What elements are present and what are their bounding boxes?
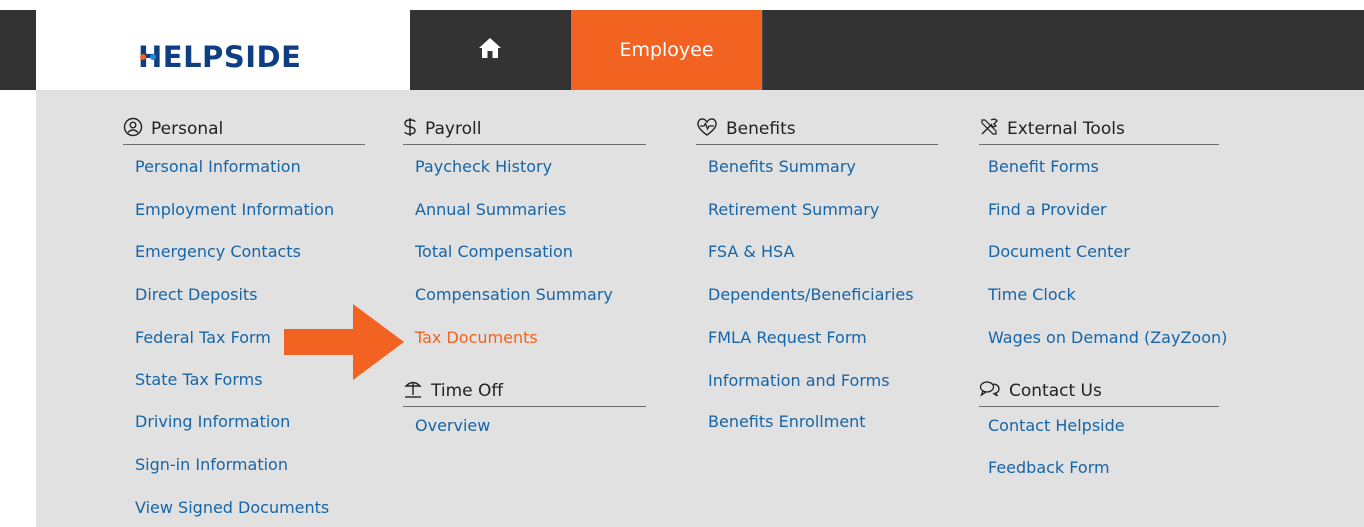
link-feedback-form[interactable]: Feedback Form — [988, 458, 1110, 478]
link-document-center[interactable]: Document Center — [988, 242, 1130, 262]
dollar-icon — [403, 117, 417, 142]
link-compensation-summary[interactable]: Compensation Summary — [415, 285, 613, 305]
section-title-payroll: Payroll — [425, 119, 482, 139]
link-overview[interactable]: Overview — [415, 416, 490, 436]
link-federal-tax-form[interactable]: Federal Tax Form — [135, 328, 271, 348]
link-annual-summaries[interactable]: Annual Summaries — [415, 200, 566, 220]
section-header-time-off: Time Off — [403, 376, 646, 407]
top-navbar: HELPSIDE Employee — [0, 10, 1364, 90]
section-header-contact-us: Contact Us — [979, 376, 1219, 407]
section-title-time-off: Time Off — [431, 381, 504, 401]
home-icon — [478, 37, 502, 63]
tab-employee[interactable]: Employee — [571, 10, 762, 90]
link-personal-information[interactable]: Personal Information — [135, 157, 301, 177]
link-view-signed-documents[interactable]: View Signed Documents — [135, 498, 329, 518]
link-benefits-summary[interactable]: Benefits Summary — [708, 157, 856, 177]
link-fsa-hsa[interactable]: FSA & HSA — [708, 242, 794, 262]
beach-icon — [403, 379, 423, 404]
section-header-personal: Personal — [123, 114, 365, 145]
link-driving-information[interactable]: Driving Information — [135, 412, 290, 432]
employee-mega-menu: Personal Personal Information Employment… — [36, 90, 1364, 527]
logo-dots — [140, 33, 160, 67]
heart-pulse-icon — [696, 117, 718, 142]
tab-employee-label: Employee — [619, 39, 714, 61]
tools-icon — [979, 117, 999, 142]
section-title-personal: Personal — [151, 119, 224, 139]
annotation-arrow-icon — [284, 304, 404, 384]
link-tax-documents[interactable]: Tax Documents — [415, 328, 538, 348]
section-title-contact-us: Contact Us — [1009, 381, 1102, 401]
helpside-logo[interactable]: HELPSIDE — [138, 24, 301, 74]
link-fmla-request-form[interactable]: FMLA Request Form — [708, 328, 867, 348]
link-emergency-contacts[interactable]: Emergency Contacts — [135, 242, 301, 262]
link-find-a-provider[interactable]: Find a Provider — [988, 200, 1107, 220]
link-retirement-summary[interactable]: Retirement Summary — [708, 200, 879, 220]
link-direct-deposits[interactable]: Direct Deposits — [135, 285, 258, 305]
link-benefits-enrollment[interactable]: Benefits Enrollment — [708, 412, 866, 432]
navbar-left-strip — [0, 10, 36, 90]
link-benefit-forms[interactable]: Benefit Forms — [988, 157, 1099, 177]
section-header-external-tools: External Tools — [979, 114, 1219, 145]
home-button[interactable] — [410, 10, 570, 90]
logo-dot-blue — [150, 54, 156, 60]
brand-name: HELPSIDE — [138, 40, 302, 74]
link-paycheck-history[interactable]: Paycheck History — [415, 157, 552, 177]
link-wages-on-demand[interactable]: Wages on Demand (ZayZoon) — [988, 328, 1227, 348]
section-header-payroll: Payroll — [403, 114, 646, 145]
user-circle-icon — [123, 117, 143, 142]
link-employment-information[interactable]: Employment Information — [135, 200, 334, 220]
link-dependents-beneficiaries[interactable]: Dependents/Beneficiaries — [708, 285, 914, 305]
logo-dot-orange — [140, 54, 146, 60]
link-state-tax-forms[interactable]: State Tax Forms — [135, 370, 263, 390]
link-contact-helpside[interactable]: Contact Helpside — [988, 416, 1125, 436]
section-title-external-tools: External Tools — [1007, 119, 1125, 139]
section-title-benefits: Benefits — [726, 119, 796, 139]
link-sign-in-information[interactable]: Sign-in Information — [135, 455, 288, 475]
logo-wordmark: HELPSIDE — [138, 40, 301, 74]
link-information-and-forms[interactable]: Information and Forms — [708, 371, 890, 391]
chat-icon — [979, 380, 1001, 403]
link-total-compensation[interactable]: Total Compensation — [415, 242, 573, 262]
tab-divider — [762, 10, 763, 90]
section-header-benefits: Benefits — [696, 114, 938, 145]
link-time-clock[interactable]: Time Clock — [988, 285, 1076, 305]
